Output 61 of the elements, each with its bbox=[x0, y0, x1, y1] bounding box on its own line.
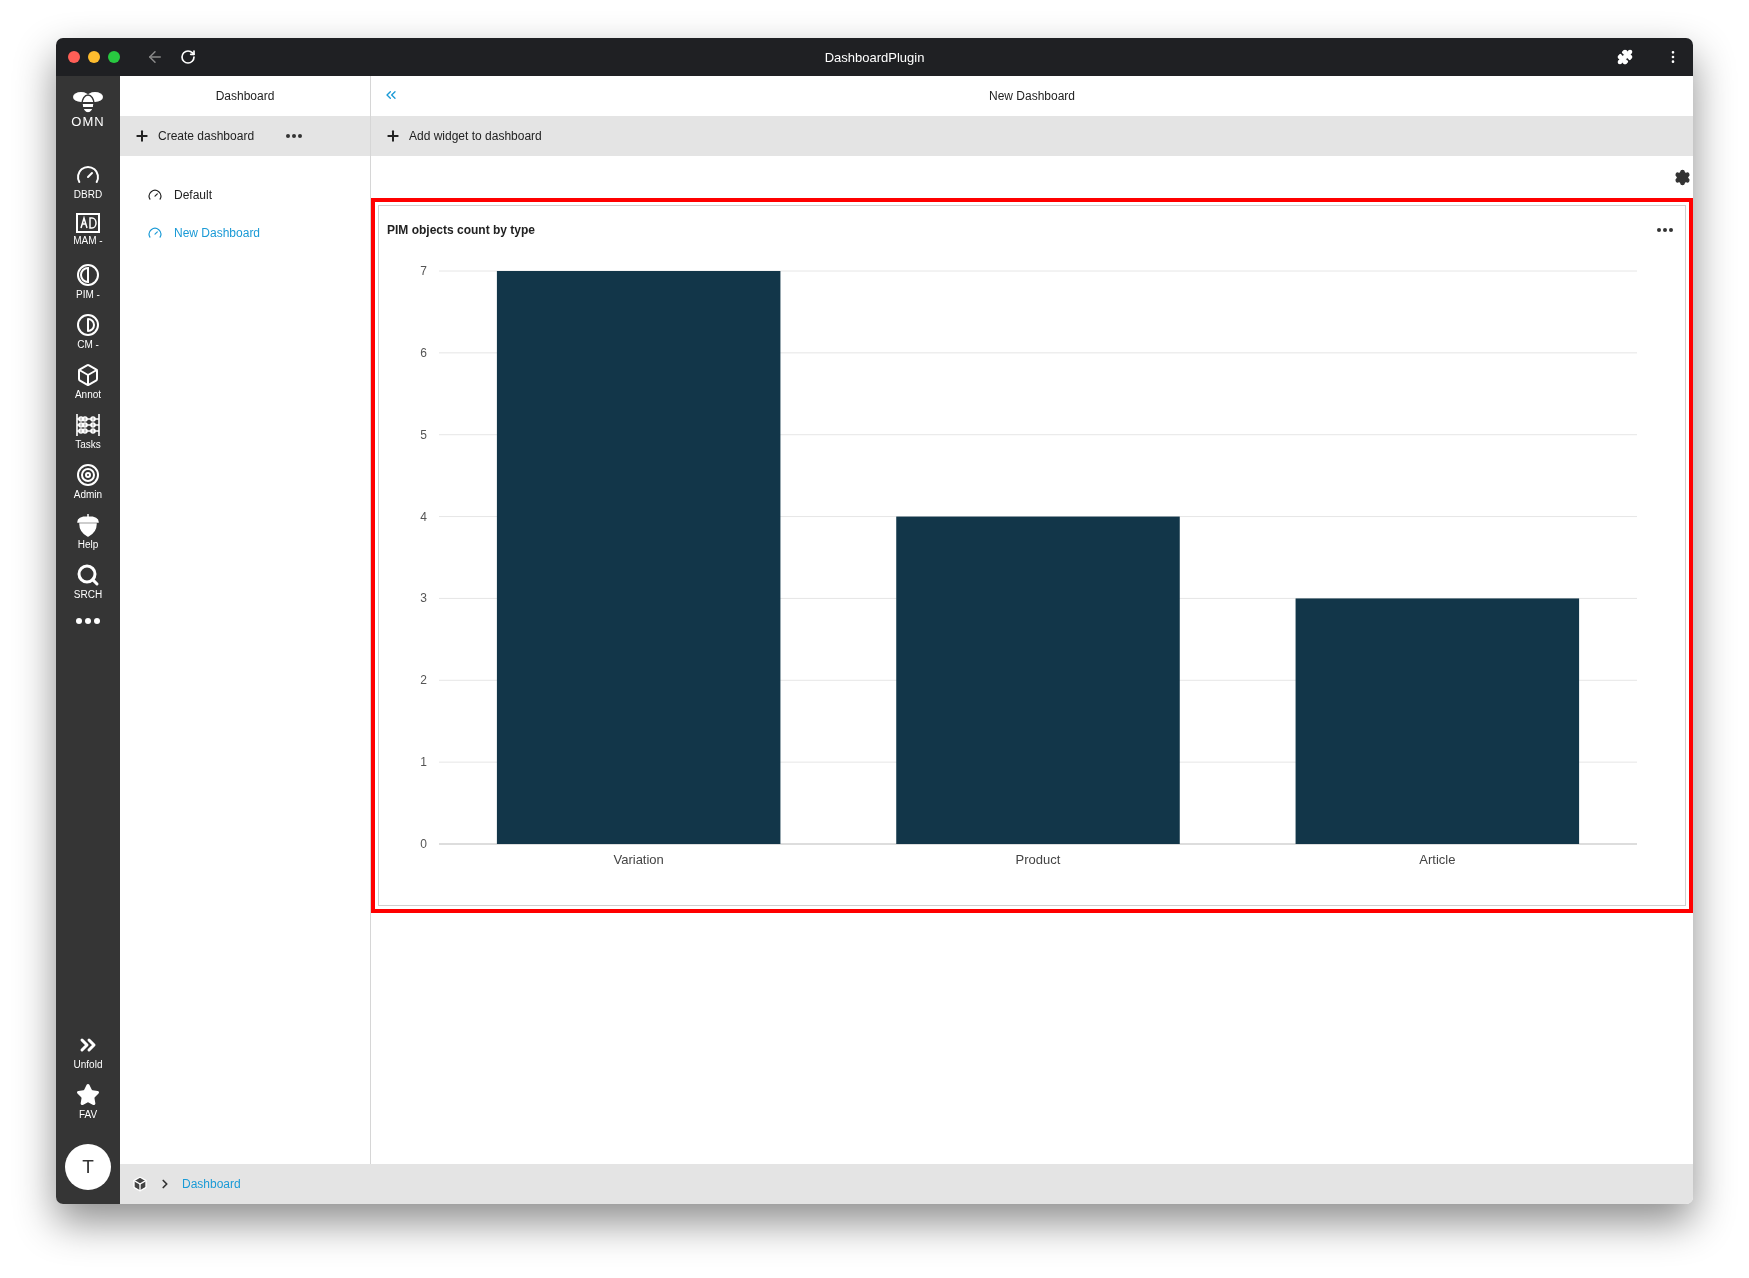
axis-tick-label: 6 bbox=[420, 345, 427, 360]
gauge-icon bbox=[148, 188, 162, 202]
cube-icon bbox=[132, 1176, 148, 1192]
more-button[interactable] bbox=[286, 134, 303, 138]
minimize-icon[interactable] bbox=[88, 51, 100, 63]
acorn-icon bbox=[76, 513, 100, 537]
rail-item[interactable]: Tasks bbox=[58, 410, 118, 460]
rail-item[interactable]: SRCH bbox=[58, 560, 118, 610]
more-icon bbox=[1657, 228, 1673, 232]
contrast-icon bbox=[76, 313, 100, 337]
rail-item[interactable]: Unfold bbox=[58, 1030, 118, 1080]
rail-item[interactable]: DBRD bbox=[58, 160, 118, 210]
rail-item[interactable]: PIM - bbox=[58, 260, 118, 310]
panel-title: Dashboard bbox=[215, 89, 275, 103]
axis-tick-label: 4 bbox=[420, 509, 427, 524]
rail-item[interactable]: CM - bbox=[58, 310, 118, 360]
settings-icon bbox=[1674, 168, 1691, 186]
rail-item[interactable]: FAV bbox=[58, 1080, 118, 1130]
extensions-button[interactable] bbox=[1617, 49, 1633, 65]
avatar[interactable]: T bbox=[65, 1144, 111, 1190]
axis-tick-label: 7 bbox=[420, 264, 427, 278]
axis-tick-label: 2 bbox=[420, 673, 427, 688]
rail-item[interactable]: Admin bbox=[58, 460, 118, 510]
axis-tick-label: 0 bbox=[420, 837, 427, 851]
settings-button[interactable] bbox=[1674, 168, 1691, 186]
half-circle-icon bbox=[76, 263, 100, 287]
rail-item[interactable]: Help bbox=[58, 510, 118, 560]
widget-title: PIM objects count by type bbox=[387, 223, 536, 237]
plus-icon bbox=[385, 128, 401, 144]
dashboard-title: New Dashboard bbox=[988, 89, 1075, 103]
add-widget-button[interactable]: Add widget to dashboard bbox=[385, 128, 542, 144]
rail-item[interactable]: MAM - bbox=[58, 210, 118, 260]
axis-tick-label: 3 bbox=[420, 591, 427, 606]
target-icon bbox=[76, 463, 100, 487]
reload-button[interactable] bbox=[180, 49, 196, 65]
category-label: Article bbox=[1419, 852, 1456, 867]
search-icon bbox=[76, 563, 100, 587]
more-button[interactable] bbox=[1657, 228, 1673, 232]
window-title: DashboardPlugin bbox=[824, 49, 925, 65]
back-button[interactable] bbox=[146, 48, 164, 66]
framed-box-icon bbox=[76, 213, 100, 233]
category-label: Variation bbox=[613, 852, 664, 867]
cube-icon bbox=[76, 363, 100, 387]
more-button[interactable] bbox=[76, 618, 100, 624]
maximize-icon[interactable] bbox=[108, 51, 120, 63]
category-label: Product bbox=[1015, 852, 1061, 867]
gauge-icon bbox=[148, 226, 162, 240]
close-icon[interactable] bbox=[68, 51, 80, 63]
logo-text: OMN bbox=[71, 114, 105, 129]
axis-tick-label: 1 bbox=[420, 755, 427, 770]
more-icon bbox=[286, 134, 303, 138]
star-icon bbox=[76, 1083, 100, 1107]
create-dashboard-button[interactable]: Create dashboard bbox=[134, 128, 255, 144]
plus-icon bbox=[134, 128, 150, 144]
reload-icon bbox=[180, 49, 196, 65]
more-icon bbox=[76, 618, 100, 624]
rail-item[interactable]: Annot bbox=[58, 360, 118, 410]
axis-tick-label: 5 bbox=[420, 427, 427, 442]
dashboard-item[interactable]: Default bbox=[148, 188, 342, 202]
abacus-icon bbox=[75, 413, 101, 437]
puzzle-icon bbox=[1617, 49, 1633, 65]
